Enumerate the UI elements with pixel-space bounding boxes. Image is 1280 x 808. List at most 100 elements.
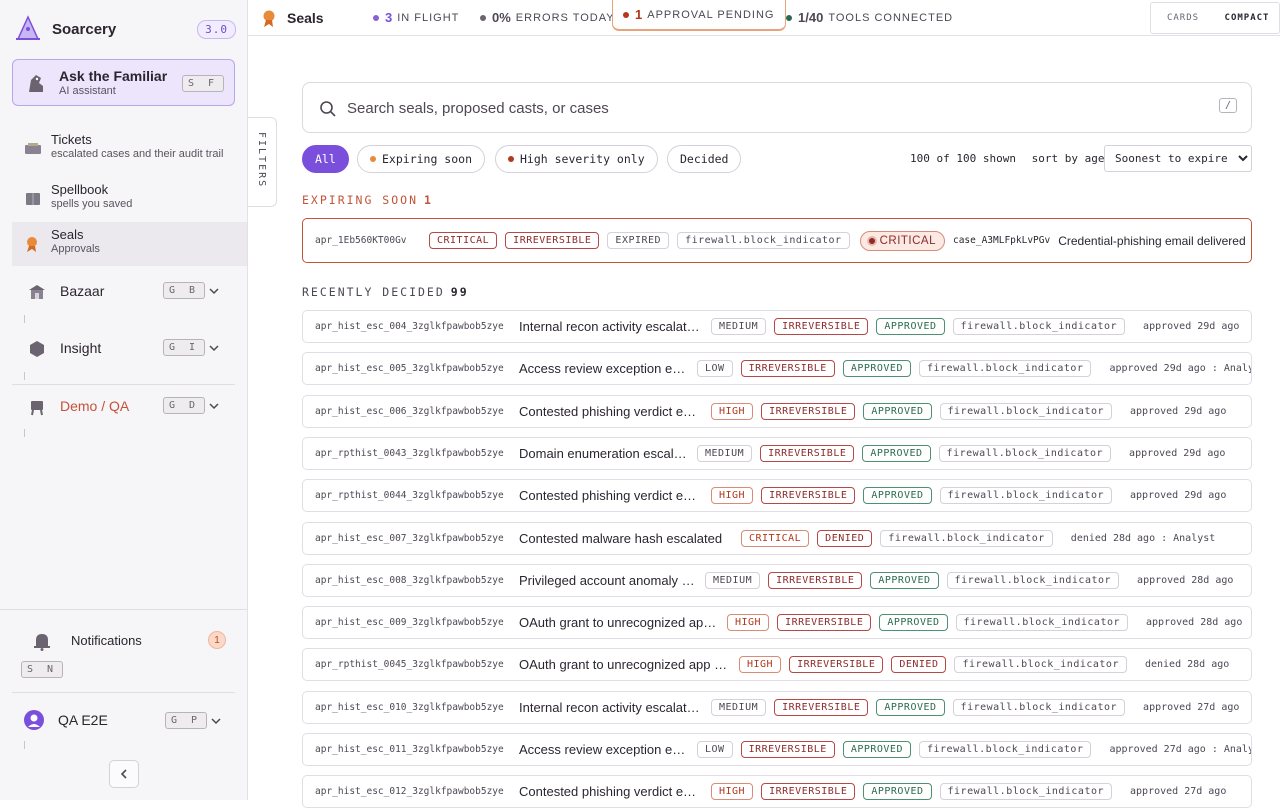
brand[interactable]: Soarcery 3.0	[14, 14, 236, 44]
decided-seal-row[interactable]: apr_rpthist_0043_3zglkfpawbob5zye Domain …	[302, 436, 1252, 470]
seal-title: Contested phishing verdict escalated	[519, 488, 701, 504]
irreversible-tag: IRREVERSIBLE	[740, 360, 835, 378]
decision-tag: APPROVED	[876, 698, 945, 716]
decision-tag: APPROVED	[842, 360, 911, 378]
case-title: Credential-phishing email delivered	[1058, 233, 1246, 248]
row-content: apr_rpthist_0043_3zglkfpawbob5zye Domain …	[315, 438, 1225, 469]
tool-tag: firewall.block_indicator	[955, 614, 1129, 632]
sidebar-group-insight[interactable]: Insight G I	[12, 334, 234, 364]
demo-qa-icon	[31, 401, 43, 416]
filter-chip-expiring-soon[interactable]: Expiring soon	[357, 145, 486, 173]
filter-chip-high-severity[interactable]: High severity only	[495, 145, 658, 173]
stat-label: IN FLIGHT	[397, 11, 460, 24]
sidebar-item-spellbook[interactable]: Spellbook spells you saved	[12, 177, 247, 221]
tool-tag: firewall.block_indicator	[939, 487, 1113, 505]
seal-id: apr_hist_esc_010_3zglkfpawbob5zye	[315, 701, 504, 713]
seal-id: apr_hist_esc_012_3zglkfpawbob5zye	[315, 786, 504, 798]
decided-seal-row[interactable]: apr_rpthist_0045_3zglkfpawbob5zye OAuth g…	[302, 648, 1252, 682]
decided-seal-row[interactable]: apr_hist_esc_006_3zglkfpawbob5zye Contest…	[302, 394, 1252, 428]
decision-status: denied 28d ago	[1144, 659, 1230, 671]
app-name: Soarcery	[52, 20, 117, 38]
status-dot	[480, 14, 486, 21]
group-shortcut: G B	[163, 282, 206, 299]
sidebar-item-seals[interactable]: Seals Approvals	[12, 222, 247, 266]
search-icon	[320, 101, 336, 117]
spellbook-icon	[26, 193, 40, 205]
case-severity-label: CRITICAL	[879, 234, 936, 247]
tool-tag: firewall.block_indicator	[677, 232, 850, 249]
notification-count-badge: 1	[208, 631, 226, 649]
user-name: QA E2E	[58, 712, 108, 728]
sort-select[interactable]: Soonest to expire	[1104, 145, 1252, 172]
expiring-seal-row[interactable]: apr_1Eb560KT00Gv CRITICAL IRREVERSIBLE E…	[302, 218, 1252, 263]
irreversible-tag: IRREVERSIBLE	[505, 232, 600, 249]
decided-seal-row[interactable]: apr_hist_esc_005_3zglkfpawbob5zye Access …	[302, 352, 1252, 386]
filters-panel-toggle[interactable]: FILTERS	[248, 117, 277, 207]
results-count: 100 of 100 shown sort by age	[910, 152, 1104, 165]
row-content: apr_hist_esc_012_3zglkfpawbob5zye Contest…	[315, 776, 1226, 807]
seal-id: apr_1Eb560KT00Gv	[315, 235, 407, 246]
chevron-down-icon	[211, 718, 221, 725]
user-menu[interactable]: QA E2E G P	[12, 706, 234, 734]
decision-tag: APPROVED	[876, 318, 945, 335]
section-title: EXPIRING SOON	[302, 193, 419, 207]
tree-connector	[24, 741, 25, 749]
top-bar: Seals 3 IN FLIGHT 0% ERRORS TODAY 1 APPR…	[248, 0, 1280, 36]
ask-the-familiar-button[interactable]: Ask the Familiar AI assistant S F	[12, 59, 235, 106]
chip-label: High severity only	[520, 152, 645, 166]
severity-tag: CRITICAL	[741, 529, 810, 547]
decided-seal-row[interactable]: apr_hist_esc_004_3zglkfpawbob5zye Interna…	[302, 310, 1252, 343]
search-input[interactable]	[347, 95, 1207, 121]
stat-label: APPROVAL PENDING	[647, 8, 775, 21]
stat-tools-connected[interactable]: 1/40 TOOLS CONNECTED	[786, 10, 953, 25]
sidebar-group-demo-qa[interactable]: Demo / QA G D	[12, 392, 234, 422]
stat-approval-pending[interactable]: 1 APPROVAL PENDING	[612, 0, 786, 31]
ask-subtitle: AI assistant	[59, 85, 116, 97]
filter-chip-all[interactable]: All	[302, 145, 349, 173]
divider	[0, 609, 247, 610]
view-compact-button[interactable]: COMPACT	[1215, 3, 1279, 33]
seal-title: OAuth grant to unrecognized app escalate…	[519, 615, 717, 631]
decision-status: approved 28d ago	[1146, 617, 1243, 629]
decision-tag: APPROVED	[879, 614, 948, 632]
collapse-sidebar-button[interactable]	[109, 760, 139, 788]
notifications-button[interactable]: Notifications 1	[12, 628, 234, 654]
row-content: apr_hist_esc_010_3zglkfpawbob5zye Interna…	[315, 692, 1239, 723]
decided-seal-row[interactable]: apr_hist_esc_010_3zglkfpawbob5zye Interna…	[302, 690, 1252, 724]
ask-shortcut: S F	[181, 75, 224, 92]
view-cards-button[interactable]: CARDS	[1151, 3, 1215, 33]
stat-number: 3	[385, 10, 393, 25]
seal-id: apr_hist_esc_007_3zglkfpawbob5zye	[315, 532, 504, 544]
stat-errors-today[interactable]: 0% ERRORS TODAY	[480, 10, 615, 25]
stat-in-flight[interactable]: 3 IN FLIGHT	[373, 10, 459, 25]
tool-tag: firewall.block_indicator	[952, 698, 1126, 716]
sidebar-item-tickets[interactable]: Tickets escalated cases and their audit …	[12, 127, 247, 171]
decision-status: approved 27d ago	[1143, 701, 1240, 713]
case-id: case_A3MLFpkLvPGv	[952, 235, 1051, 246]
section-recently-decided: RECENTLY DECIDED 99	[302, 285, 469, 299]
sidebar-group-bazaar[interactable]: Bazaar G B	[12, 277, 234, 307]
tool-tag: firewall.block_indicator	[946, 571, 1120, 589]
nav-subtitle: Approvals	[51, 243, 100, 255]
expired-tag: EXPIRED	[607, 232, 670, 249]
decision-status: approved 29d ago	[1143, 321, 1240, 332]
decision-status: denied 28d ago : Analyst	[1070, 532, 1216, 544]
sort-label: sort by age	[1031, 152, 1105, 165]
row-content: apr_hist_esc_011_3zglkfpawbob5zye Access …	[315, 734, 1251, 765]
filter-chip-decided[interactable]: Decided	[667, 145, 742, 173]
decided-seal-row[interactable]: apr_rpthist_0044_3zglkfpawbob5zye Contest…	[302, 479, 1252, 513]
chip-label: Expiring soon	[382, 152, 473, 166]
user-shortcut: G P	[165, 712, 208, 729]
severity-tag: HIGH	[727, 614, 770, 632]
tool-tag: firewall.block_indicator	[880, 529, 1053, 547]
irreversible-tag: IRREVERSIBLE	[760, 444, 855, 462]
ask-title: Ask the Familiar	[59, 68, 168, 84]
decided-seal-row[interactable]: apr_hist_esc_007_3zglkfpawbob5zye Contest…	[302, 521, 1252, 555]
decided-seal-row[interactable]: apr_hist_esc_008_3zglkfpawbob5zye Privile…	[302, 563, 1252, 597]
stat-label: TOOLS CONNECTED	[828, 11, 954, 24]
decided-seal-row[interactable]: apr_hist_esc_011_3zglkfpawbob5zye Access …	[302, 733, 1252, 766]
decision-tag: APPROVED	[870, 571, 939, 589]
decided-seal-row[interactable]: apr_hist_esc_009_3zglkfpawbob5zye OAuth g…	[302, 606, 1252, 640]
decided-seal-row[interactable]: apr_hist_esc_012_3zglkfpawbob5zye Contest…	[302, 775, 1252, 808]
decision-status: approved 27d ago	[1130, 786, 1227, 798]
